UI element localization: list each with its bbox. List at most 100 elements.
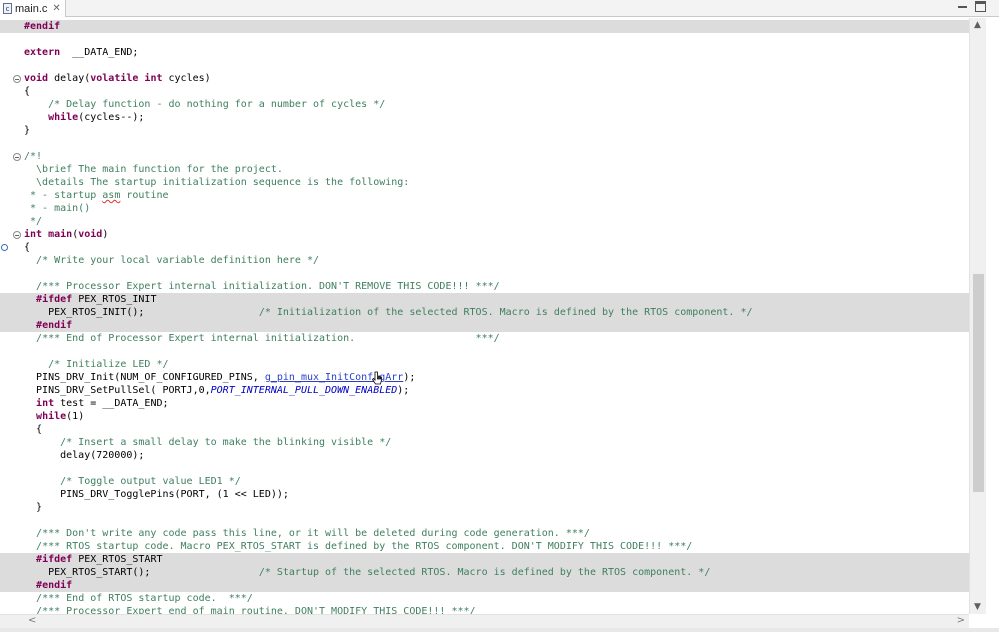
code-text: /* Write your local variable definition … <box>24 254 319 267</box>
code-line[interactable]: /*** Don't write any code pass this line… <box>0 527 969 540</box>
code-line[interactable]: /* Insert a small delay to make the blin… <box>0 436 969 449</box>
code-lines[interactable]: #endif extern __DATA_END;void delay(volat… <box>0 20 969 614</box>
code-text: * - startup asm routine <box>24 189 169 202</box>
code-line[interactable] <box>0 137 969 150</box>
code-line[interactable]: PEX_RTOS_INIT(); /* Initialization of th… <box>0 306 969 319</box>
code-line[interactable]: /*** RTOS startup code. Macro PEX_RTOS_S… <box>0 540 969 553</box>
code-token: void <box>78 229 103 240</box>
code-line[interactable]: #endif <box>0 20 969 33</box>
code-line[interactable]: #endif <box>0 319 969 332</box>
code-line[interactable] <box>0 59 969 72</box>
minimize-button[interactable] <box>956 1 970 13</box>
fold-toggle-icon[interactable] <box>13 231 21 239</box>
code-line[interactable]: \brief The main function for the project… <box>0 163 969 176</box>
breakpoint-marker-icon[interactable] <box>1 244 8 251</box>
code-token: /*** RTOS startup code. Macro PEX_RTOS_S… <box>36 541 693 552</box>
code-line[interactable]: PINS_DRV_TogglePins(PORT, (1 << LED)); <box>0 488 969 501</box>
code-text: while(cycles--); <box>24 111 144 124</box>
code-line[interactable]: { <box>0 85 969 98</box>
code-line[interactable]: \details The startup initialization sequ… <box>0 176 969 189</box>
code-line[interactable]: while(cycles--); <box>0 111 969 124</box>
code-hyperlink[interactable]: g_pin_mux_InitConfigArr <box>265 372 403 383</box>
maximize-button[interactable] <box>975 1 986 12</box>
code-token: ); <box>403 372 416 383</box>
code-line[interactable]: /* Delay function - do nothing for a num… <box>0 98 969 111</box>
close-icon[interactable]: ✕ <box>52 3 60 14</box>
code-line[interactable]: #endif <box>0 579 969 592</box>
code-text: #ifdef PEX_RTOS_START <box>24 553 162 566</box>
code-line[interactable]: */ <box>0 215 969 228</box>
code-line[interactable] <box>0 267 969 280</box>
code-line[interactable]: { <box>0 423 969 436</box>
code-line[interactable] <box>0 33 969 46</box>
code-line[interactable]: int main(void) <box>0 228 969 241</box>
code-line[interactable]: #ifdef PEX_RTOS_START <box>0 553 969 566</box>
code-text: { <box>24 241 30 254</box>
fold-toggle-icon[interactable] <box>13 153 21 161</box>
code-line[interactable]: extern __DATA_END; <box>0 46 969 59</box>
code-line[interactable]: /*! <box>0 150 969 163</box>
code-token: PEX_RTOS_START(); <box>24 567 259 578</box>
code-line[interactable]: /*** Processor Expert internal initializ… <box>0 280 969 293</box>
code-line[interactable] <box>0 345 969 358</box>
code-line[interactable]: void delay(volatile int cycles) <box>0 72 969 85</box>
code-text: */ <box>24 215 42 228</box>
scroll-left-icon[interactable]: < <box>28 615 36 626</box>
code-text: \details The startup initialization sequ… <box>24 176 409 189</box>
code-line[interactable]: int test = __DATA_END; <box>0 397 969 410</box>
code-text: \brief The main function for the project… <box>24 163 283 176</box>
code-line[interactable]: /* Toggle output value LED1 */ <box>0 475 969 488</box>
vertical-scroll-thumb[interactable] <box>973 274 984 492</box>
code-token: asm <box>102 190 121 201</box>
code-text: /*** End of Processor Expert internal in… <box>24 332 500 345</box>
code-line[interactable]: * - main() <box>0 202 969 215</box>
code-line[interactable]: /* Write your local variable definition … <box>0 254 969 267</box>
code-text: PINS_DRV_TogglePins(PORT, (1 << LED)); <box>24 488 289 501</box>
scroll-down-icon[interactable]: ▼ <box>974 602 981 612</box>
code-text: /*** Processor Expert internal initializ… <box>24 280 500 293</box>
scroll-right-icon[interactable]: > <box>957 615 965 626</box>
code-token: (1) <box>66 411 85 422</box>
code-token: PINS_DRV_TogglePins(PORT, (1 << LED)); <box>24 489 289 500</box>
code-line[interactable]: #ifdef PEX_RTOS_INIT <box>0 293 969 306</box>
vertical-scrollbar[interactable]: ▲ ▼ <box>969 18 986 614</box>
code-token: /*! <box>24 151 43 162</box>
code-line[interactable]: PINS_DRV_Init(NUM_OF_CONFIGURED_PINS, g_… <box>0 371 969 384</box>
code-line[interactable]: /* Initialize LED */ <box>0 358 969 371</box>
tab-title: main.c <box>15 2 48 15</box>
code-token: int <box>36 398 55 409</box>
code-line[interactable] <box>0 514 969 527</box>
code-line[interactable]: delay(720000); <box>0 449 969 462</box>
tab-main-c[interactable]: c main.c ✕ <box>0 0 66 17</box>
code-line[interactable]: /*** Processor Expert end of main routin… <box>0 605 969 614</box>
code-line[interactable]: { <box>0 241 969 254</box>
code-token: (cycles--); <box>78 112 145 123</box>
code-line[interactable]: } <box>0 501 969 514</box>
code-token: #endif <box>24 21 61 32</box>
code-line[interactable]: /*** End of RTOS startup code. ***/ <box>0 592 969 605</box>
code-line[interactable]: while(1) <box>0 410 969 423</box>
code-token: /*** Processor Expert end of main routin… <box>36 606 476 614</box>
code-token: */ <box>24 216 43 227</box>
scroll-up-icon[interactable]: ▲ <box>974 20 981 30</box>
code-token: { <box>24 424 43 435</box>
code-line[interactable]: * - startup asm routine <box>0 189 969 202</box>
fold-toggle-icon[interactable] <box>13 75 21 83</box>
code-line[interactable]: PINS_DRV_SetPullSel( PORTJ,0,PORT_INTERN… <box>0 384 969 397</box>
code-token: main <box>48 229 73 240</box>
code-line[interactable]: /*** End of Processor Expert internal in… <box>0 332 969 345</box>
code-line[interactable]: } <box>0 124 969 137</box>
code-token: delay(720000); <box>24 450 145 461</box>
code-editor[interactable]: #endif extern __DATA_END;void delay(volat… <box>0 18 999 614</box>
window-bottom-border <box>0 628 999 632</box>
horizontal-scrollbar[interactable]: < > <box>0 614 969 628</box>
code-line[interactable] <box>0 462 969 475</box>
code-line[interactable]: PEX_RTOS_START(); /* Startup of the sele… <box>0 566 969 579</box>
